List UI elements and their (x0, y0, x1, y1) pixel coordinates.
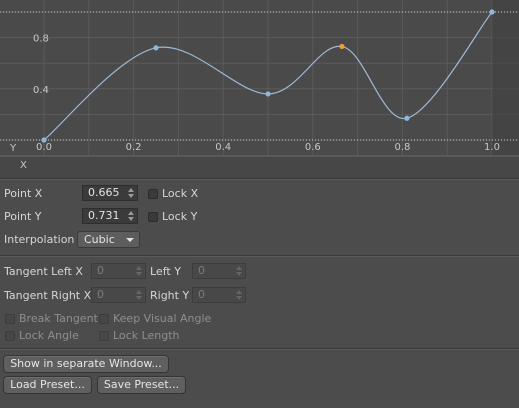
point-x-spinner[interactable] (128, 188, 134, 198)
tangent-left-y-label: Left Y (150, 265, 181, 278)
lock-y-checkbox[interactable] (148, 212, 158, 222)
x-tick-label: 1.0 (484, 142, 500, 153)
tangent-right-x-spinner[interactable] (136, 290, 142, 300)
interpolation-value: Cubic (84, 233, 115, 246)
x-tick-label: 0.8 (394, 142, 410, 153)
tangent-left-y-value: 0 (198, 264, 205, 277)
divider (0, 255, 519, 257)
interpolation-label: Interpolation (4, 233, 75, 246)
control-point[interactable] (489, 9, 495, 15)
point-y-spinner[interactable] (128, 211, 134, 221)
tangent-right-x-value: 0 (97, 288, 104, 301)
spline-graph[interactable]: 0.0 0.2 0.4 0.6 0.8 1.0 0.8 0.4 Y X (0, 0, 519, 178)
tangent-left-x-value: 0 (97, 264, 104, 277)
control-point[interactable] (265, 91, 271, 97)
tangent-left-x-label: Tangent Left X (4, 265, 83, 278)
lock-angle-checkbox[interactable] (5, 331, 15, 341)
chevron-down-icon (126, 238, 134, 242)
keep-visual-angle-label: Keep Visual Angle (113, 312, 212, 325)
x-tick-label: 0.4 (215, 142, 231, 153)
interpolation-dropdown[interactable]: Cubic (77, 231, 140, 248)
tangent-right-y-label: Right Y (150, 289, 190, 302)
divider (0, 348, 519, 350)
lock-length-checkbox[interactable] (99, 331, 109, 341)
tangent-left-x-field[interactable]: 0 (91, 263, 146, 279)
tangent-right-y-value: 0 (198, 288, 205, 301)
tangent-right-y-spinner[interactable] (236, 290, 242, 300)
tangent-left-x-spinner[interactable] (136, 266, 142, 276)
tangent-right-y-field[interactable]: 0 (192, 287, 246, 303)
load-preset-button[interactable]: Load Preset... (3, 376, 92, 394)
point-y-value: 0.731 (88, 209, 120, 222)
spline-curve-plot[interactable]: 0.0 0.2 0.4 0.6 0.8 1.0 0.8 0.4 (0, 0, 519, 178)
point-y-field[interactable]: 0.731 (82, 208, 138, 224)
point-x-field[interactable]: 0.665 (82, 185, 138, 201)
tangent-left-y-spinner[interactable] (236, 266, 242, 276)
lock-x-checkbox[interactable] (148, 189, 158, 199)
control-point[interactable] (404, 115, 410, 121)
plot-background (0, 0, 519, 156)
selected-control-point[interactable] (339, 43, 345, 50)
break-tangent-checkbox[interactable] (5, 314, 15, 324)
tangent-right-x-field[interactable]: 0 (91, 287, 146, 303)
keep-visual-angle-checkbox[interactable] (99, 314, 109, 324)
point-y-label: Point Y (4, 210, 42, 223)
lock-x-label: Lock X (162, 187, 199, 200)
control-point[interactable] (153, 45, 159, 51)
break-tangent-label: Break Tangent (19, 312, 98, 325)
show-in-separate-window-button[interactable]: Show in separate Window... (3, 355, 169, 373)
lock-y-label: Lock Y (162, 210, 198, 223)
out-of-range-area (492, 0, 519, 156)
divider (0, 178, 519, 180)
y-tick-label: 0.4 (33, 85, 49, 96)
tangent-left-y-field[interactable]: 0 (192, 263, 246, 279)
point-x-value: 0.665 (88, 186, 120, 199)
lock-length-label: Lock Length (113, 329, 180, 342)
save-preset-button[interactable]: Save Preset... (97, 376, 186, 394)
x-tick-label: 0.0 (36, 142, 52, 153)
x-tick-label: 0.6 (305, 142, 321, 153)
x-axis-label: X (20, 160, 27, 171)
y-tick-label: 0.8 (33, 34, 49, 45)
x-tick-label: 0.2 (126, 142, 142, 153)
y-axis-label: Y (10, 143, 17, 154)
lock-angle-label: Lock Angle (19, 329, 79, 342)
point-x-label: Point X (4, 187, 43, 200)
tangent-right-x-label: Tangent Right X (4, 289, 92, 302)
